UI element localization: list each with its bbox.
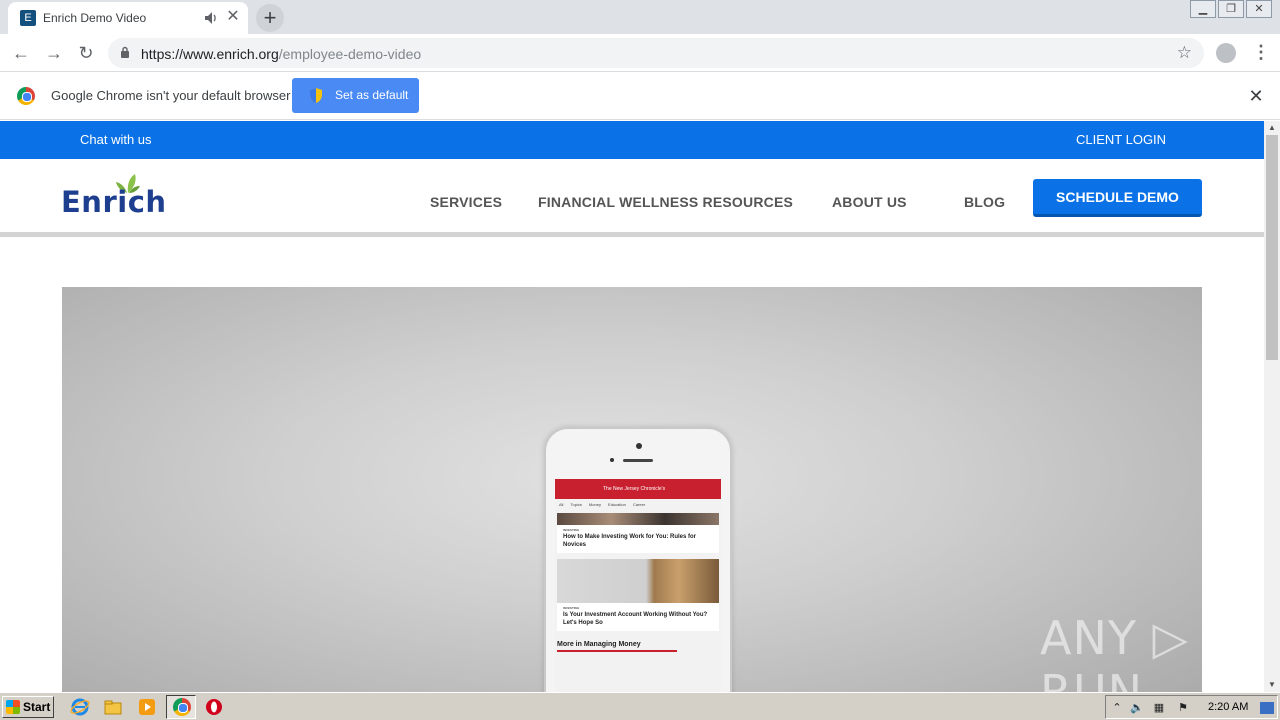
enrich-logo[interactable]: Enrich [61,173,171,219]
window-close-button[interactable]: ✕ [1246,0,1272,18]
phone-camera-icon [636,443,642,449]
enrich-favicon-icon: E [20,10,36,26]
article-image [557,559,719,603]
article-category: INVESTING [563,528,580,532]
chrome-logo-icon [17,87,35,105]
reload-icon[interactable]: ↻ [75,42,97,64]
page-scrollbar[interactable]: ▲ ▼ [1264,121,1280,692]
action-center-flag-icon[interactable]: ⚑ [1176,701,1190,715]
start-button[interactable]: Start [2,696,54,718]
phone-speaker-icon [623,459,653,462]
infobar-close-icon[interactable]: ✕ [1246,86,1266,106]
show-desktop-icon[interactable] [1260,702,1274,714]
media-player-icon[interactable] [137,697,157,717]
restore-button[interactable]: ❐ [1218,0,1244,18]
infobar-message: Google Chrome isn't your default browser [51,88,291,103]
section-underline [557,650,677,652]
article-title: How to Make Investing Work for You: Rule… [563,534,697,548]
scroll-up-icon[interactable]: ▲ [1264,121,1280,135]
address-bar[interactable]: https://www.enrich.org/employee-demo-vid… [108,38,1204,68]
tab-title: Enrich Demo Video [43,11,147,25]
site-topbar: Chat with us CLIENT LOGIN [0,121,1264,159]
demo-video-player[interactable]: The New Jersey Chronicle's All Topics Mo… [62,287,1202,692]
opera-icon[interactable] [204,697,224,717]
set-as-default-label: Set as default [335,88,409,102]
article-image [557,513,719,525]
back-icon[interactable]: ← [10,42,32,64]
chat-with-us-link[interactable]: Chat with us [80,132,152,147]
window-controls: ▁ ❐ ✕ [1188,0,1272,18]
speaker-icon[interactable] [204,10,218,26]
site-header: Enrich SERVICES FINANCIAL WELLNESS RESOU… [0,159,1264,237]
phone-mockup: The New Jersey Chronicle's All Topics Mo… [544,427,732,692]
volume-icon[interactable]: 🔈 [1130,701,1144,715]
url-host: https://www.enrich.org [141,46,279,62]
anyrun-watermark: ANY ▷ RUN [1040,611,1189,692]
minimize-button[interactable]: ▁ [1190,0,1216,18]
file-explorer-icon[interactable] [103,697,123,717]
logo-wordmark: Enrich [61,185,167,219]
chrome-menu-icon[interactable]: ⋮ [1252,42,1270,64]
schedule-demo-button[interactable]: SCHEDULE DEMO [1033,179,1202,217]
browser-tab[interactable]: E Enrich Demo Video ✕ [8,2,248,34]
network-icon[interactable]: ▦ [1152,701,1166,715]
phone-screen: The New Jersey Chronicle's All Topics Mo… [555,479,721,692]
page-viewport: Chat with us CLIENT LOGIN Enrich SERVICE… [0,121,1264,692]
nav-about-us[interactable]: ABOUT US [832,194,907,210]
url-path: /employee-demo-video [278,46,422,62]
scrollbar-thumb[interactable] [1266,135,1278,360]
phone-section-heading: More in Managing Money [557,641,641,648]
article-title: Is Your Investment Account Working Witho… [563,612,708,626]
default-browser-infobar: Google Chrome isn't your default browser… [0,72,1280,120]
phone-article-card: INVESTING Is Your Investment Account Wor… [557,559,719,631]
profile-avatar-icon[interactable] [1216,43,1236,63]
url-text: https://www.enrich.org/employee-demo-vid… [141,46,421,62]
tab-close-icon[interactable]: ✕ [224,8,242,26]
tray-expand-icon[interactable]: ⌃ [1110,701,1124,715]
start-label: Start [23,700,51,714]
set-as-default-button[interactable]: Set as default [292,78,419,113]
article-category: INVESTING [563,606,580,610]
tab-strip: E Enrich Demo Video ✕ + ▁ ❐ ✕ [0,0,1280,34]
phone-app-tabs: All Topics Money Education Career [559,502,646,507]
system-tray: ⌃ 🔈 ▦ ⚑ 2:20 AM [1105,695,1278,719]
taskbar-clock[interactable]: 2:20 AM [1208,701,1248,713]
windows-flag-icon [6,700,20,714]
browser-toolbar: ← → ↻ https://www.enrich.org/employee-de… [0,34,1280,72]
lock-icon [121,46,129,58]
nav-financial-wellness-resources[interactable]: FINANCIAL WELLNESS RESOURCES [538,194,793,210]
client-login-link[interactable]: CLIENT LOGIN [1076,132,1166,147]
windows-taskbar: Start ⌃ 🔈 ▦ ⚑ 2:20 AM [0,692,1280,720]
nav-blog[interactable]: BLOG [964,194,1005,210]
chrome-taskbar-icon [173,698,191,716]
forward-icon[interactable]: → [43,42,65,64]
nav-services[interactable]: SERVICES [430,194,502,210]
new-tab-button[interactable]: + [256,4,284,32]
bookmark-star-icon[interactable]: ☆ [1177,43,1192,63]
phone-article-card: INVESTING How to Make Investing Work for… [557,513,719,553]
uac-shield-icon [310,88,322,103]
scroll-down-icon[interactable]: ▼ [1264,678,1280,692]
internet-explorer-icon[interactable] [70,697,90,717]
phone-app-header: The New Jersey Chronicle's [555,479,721,499]
chrome-taskbar-button[interactable] [166,695,196,719]
phone-sensor-icon [610,458,614,462]
